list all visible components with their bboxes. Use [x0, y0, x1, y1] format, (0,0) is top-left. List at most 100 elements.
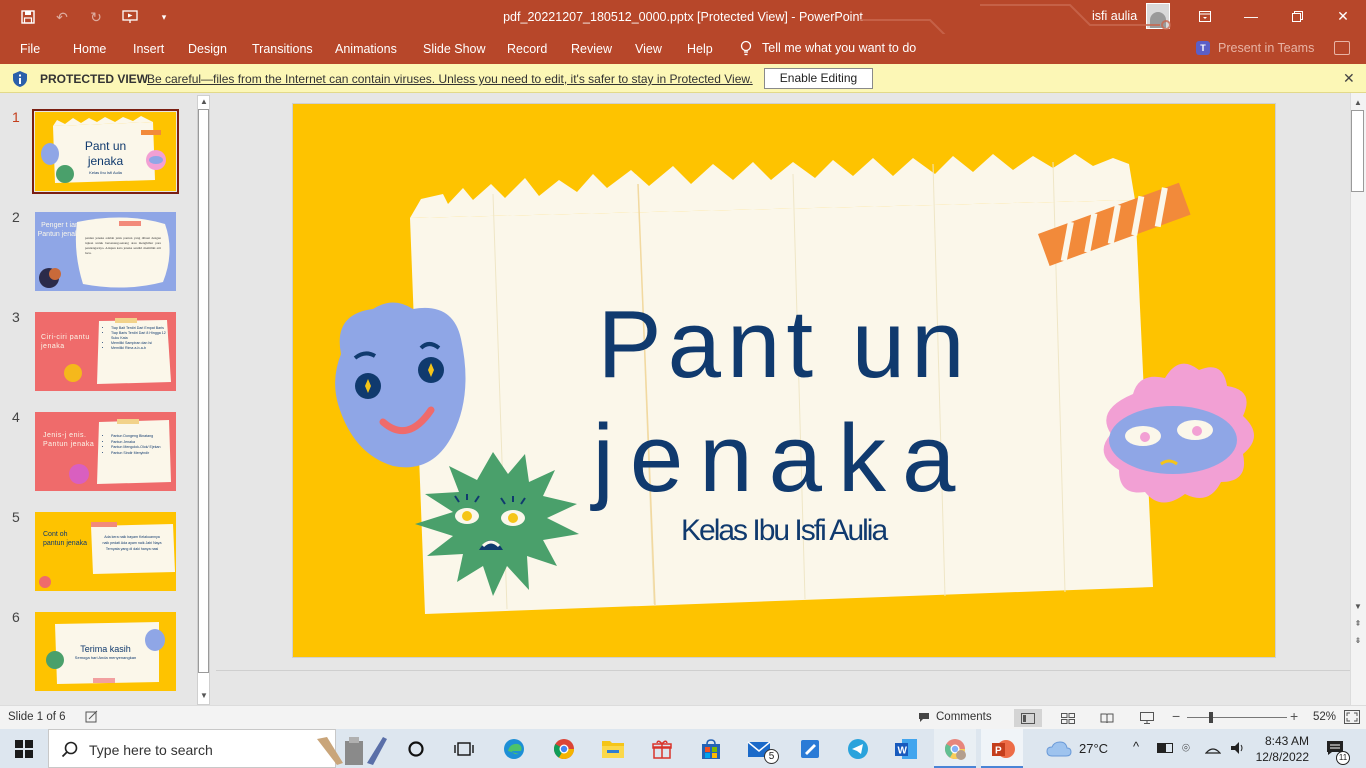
- status-bar: Slide 1 of 6 Comments − + 52%: [0, 705, 1366, 729]
- microsoft-store-icon[interactable]: [698, 736, 724, 762]
- battery-icon[interactable]: [1157, 743, 1173, 753]
- slide-thumbnail-bullet: Memiliki Rima a-b-a-b: [111, 346, 171, 351]
- tell-me-search[interactable]: Tell me what you want to do: [740, 40, 916, 56]
- word-icon[interactable]: W: [893, 736, 919, 762]
- edge-icon[interactable]: [501, 736, 527, 762]
- comment-icon[interactable]: [1334, 41, 1350, 55]
- slide-number: 4: [12, 409, 20, 425]
- tab-review[interactable]: Review: [571, 42, 612, 56]
- zoom-slider[interactable]: [1187, 717, 1287, 718]
- tab-insert[interactable]: Insert: [133, 42, 164, 56]
- zoom-level[interactable]: 52%: [1313, 711, 1336, 723]
- zoom-out-icon[interactable]: −: [1172, 708, 1180, 724]
- slide-title-line-2[interactable]: jenaka: [293, 404, 1275, 514]
- zoom-in-icon[interactable]: +: [1290, 708, 1298, 724]
- restore-icon[interactable]: [1274, 0, 1320, 32]
- slide-thumbnail-6[interactable]: Terima kasih Semoga hari Anda menyenangk…: [35, 612, 176, 691]
- close-icon[interactable]: ✕: [1343, 70, 1355, 87]
- slide-thumbnail-title: Ciri-ciri pantu jenaka: [41, 334, 90, 350]
- search-highlight-image: [317, 737, 387, 765]
- slide-thumbnail-5[interactable]: Cont oh pantun jenaka Ada kera naik baya…: [35, 512, 176, 591]
- shield-icon: [13, 71, 27, 87]
- scroll-down-arrow-icon[interactable]: ▼: [1352, 601, 1364, 613]
- slide-title-line-1[interactable]: Pant un: [293, 290, 1275, 400]
- file-explorer-icon[interactable]: [600, 736, 626, 762]
- chrome-icon[interactable]: [551, 736, 577, 762]
- slide-thumbnail-1[interactable]: Pant un jenaka Kelas Ibu Isfi Aulia: [35, 112, 176, 191]
- network-icon[interactable]: [1204, 743, 1222, 754]
- tab-animations[interactable]: Animations: [335, 42, 397, 56]
- weather-cloud-icon[interactable]: [1046, 736, 1072, 762]
- close-icon[interactable]: ✕: [1320, 0, 1366, 32]
- slide-number: 5: [12, 509, 20, 525]
- reading-view-icon[interactable]: [1093, 709, 1121, 727]
- ribbon-tabs: File Home Insert Design Transitions Anim…: [0, 34, 1366, 64]
- slide-thumbnail-title: Pant un jenaka: [84, 139, 127, 168]
- comments-button[interactable]: Comments: [918, 711, 992, 723]
- slide-scrollbar-thumb[interactable]: [1351, 110, 1364, 192]
- slide-thumbnail-title: Penger t ian Pantun jenaka: [37, 222, 83, 238]
- scroll-down-arrow-icon[interactable]: ▼: [198, 690, 210, 702]
- clock-time[interactable]: 8:43 AM: [1257, 734, 1309, 748]
- ribbon-display-options-icon[interactable]: [1182, 0, 1228, 32]
- enable-editing-button[interactable]: Enable Editing: [764, 68, 873, 89]
- slide-thumbnail-title: Terima kasih: [80, 644, 131, 654]
- tab-design[interactable]: Design: [188, 42, 227, 56]
- previous-slide-icon[interactable]: ⇞: [1352, 618, 1364, 630]
- scroll-up-arrow-icon[interactable]: ▲: [1352, 97, 1364, 109]
- teams-icon: T: [1196, 41, 1210, 55]
- notes-divider[interactable]: [216, 670, 1350, 671]
- slide-show-view-icon[interactable]: [1133, 709, 1161, 727]
- tab-file[interactable]: File: [20, 42, 40, 56]
- mail-badge: 5: [764, 749, 779, 764]
- slide-thumbnail-subtitle: Semoga hari Anda menyenangkan: [74, 655, 137, 660]
- thumbnail-scrollbar-thumb[interactable]: [198, 109, 209, 673]
- slide-subtitle[interactable]: Kelas Ibu Isfi Aulia: [681, 514, 888, 548]
- taskbar-search-box[interactable]: Type here to search: [48, 729, 387, 768]
- notification-count-badge: 11: [1336, 751, 1350, 765]
- zoom-slider-thumb[interactable]: [1209, 712, 1213, 723]
- slide-thumbnail-4[interactable]: Jenis-j enis. Pantun jenaka Pantun Donge…: [35, 412, 176, 491]
- slide-thumbnail-3[interactable]: Ciri-ciri pantu jenaka Tiap Bait Terdiri…: [35, 312, 176, 391]
- task-view-icon[interactable]: [451, 736, 477, 762]
- protected-view-message[interactable]: Be careful—files from the Internet can c…: [147, 72, 753, 86]
- normal-view-icon[interactable]: [1014, 709, 1042, 727]
- weather-temperature[interactable]: 27°C: [1079, 741, 1108, 756]
- telegram-icon[interactable]: [845, 736, 871, 762]
- slide-thumbnail-title: Cont oh pantun jenaka: [43, 531, 87, 547]
- fit-slide-to-window-icon[interactable]: [1344, 710, 1360, 724]
- current-slide[interactable]: Pant un jenaka Kelas Ibu Isfi Aulia: [293, 104, 1275, 657]
- next-slide-icon[interactable]: ⇟: [1352, 635, 1364, 647]
- camera-icon[interactable]: ⌾: [1182, 740, 1190, 756]
- tab-transitions[interactable]: Transitions: [252, 42, 313, 56]
- tab-home[interactable]: Home: [73, 42, 106, 56]
- tab-record[interactable]: Record: [507, 42, 547, 56]
- search-placeholder: Type here to search: [89, 742, 213, 758]
- search-icon: [61, 741, 78, 758]
- minimize-icon[interactable]: —: [1228, 0, 1274, 32]
- slide-sorter-view-icon[interactable]: [1054, 709, 1082, 727]
- cortana-icon[interactable]: [403, 736, 429, 762]
- accessibility-check-icon[interactable]: [85, 710, 99, 724]
- tab-view[interactable]: View: [635, 42, 662, 56]
- clock-date[interactable]: 12/8/2022: [1255, 750, 1309, 764]
- windows-taskbar: Type here to search 5 W P 27°C ^ ⌾ 8:43 …: [0, 729, 1366, 768]
- slide-thumbnail-pane[interactable]: 1 Pant un jenaka Kelas Ibu Isfi Aulia 2 …: [0, 93, 214, 705]
- slide-thumbnail-bullet: Tiap Baris Terdiri Dari 8 Hingga 12 Suku…: [111, 331, 171, 341]
- tab-slide-show[interactable]: Slide Show: [423, 42, 486, 56]
- slide-thumbnail-body: Ada kera naik bayam Kelakuannya naik ped…: [102, 535, 162, 551]
- tell-me-label: Tell me what you want to do: [762, 41, 917, 55]
- windows-start-icon[interactable]: [14, 739, 34, 759]
- gift-icon[interactable]: [649, 736, 675, 762]
- chevron-up-icon[interactable]: ^: [1133, 739, 1139, 754]
- present-in-teams-button[interactable]: T Present in Teams: [1196, 41, 1314, 55]
- tab-help[interactable]: Help: [687, 42, 713, 56]
- volume-icon[interactable]: [1230, 741, 1246, 755]
- screen-sketch-icon[interactable]: [797, 736, 823, 762]
- avatar[interactable]: [1146, 3, 1170, 29]
- user-name[interactable]: isfi aulia: [1092, 9, 1137, 23]
- powerpoint-icon[interactable]: P: [990, 736, 1016, 762]
- slide-thumbnail-2[interactable]: Penger t ian Pantun jenaka pantun jenaka…: [35, 212, 176, 291]
- scroll-up-arrow-icon[interactable]: ▲: [198, 96, 210, 108]
- slide-number: 1: [12, 109, 20, 125]
